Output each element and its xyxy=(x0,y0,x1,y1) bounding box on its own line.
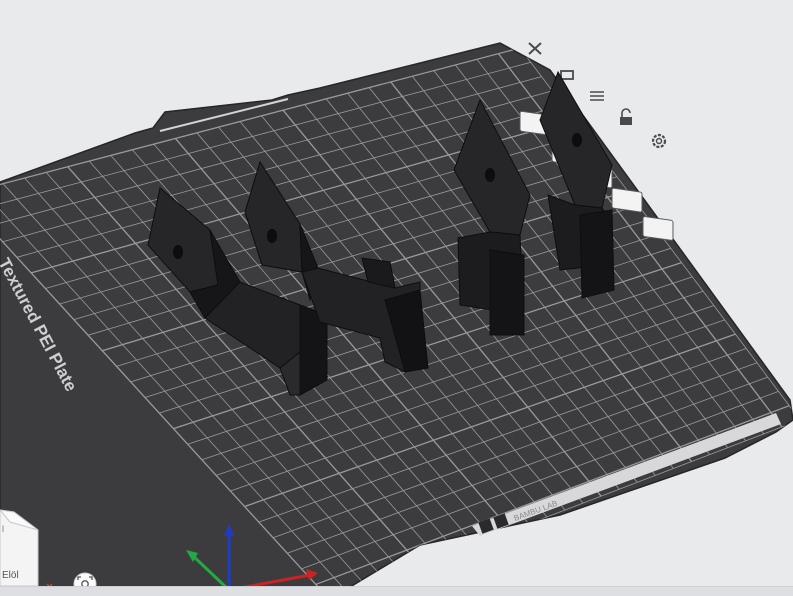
view-cube-edge-mark: l xyxy=(2,524,4,534)
arrange-icon xyxy=(590,91,604,101)
plate-settings-button[interactable] xyxy=(642,133,674,241)
3d-viewport[interactable]: Textured PEI Plate BAMBU LAB Elöl l xyxy=(0,0,793,595)
gear-icon xyxy=(651,133,667,149)
close-icon xyxy=(528,42,542,55)
lock-icon xyxy=(620,108,632,125)
view-cube-front-label: Elöl xyxy=(2,570,19,581)
orient-icon xyxy=(560,70,574,80)
